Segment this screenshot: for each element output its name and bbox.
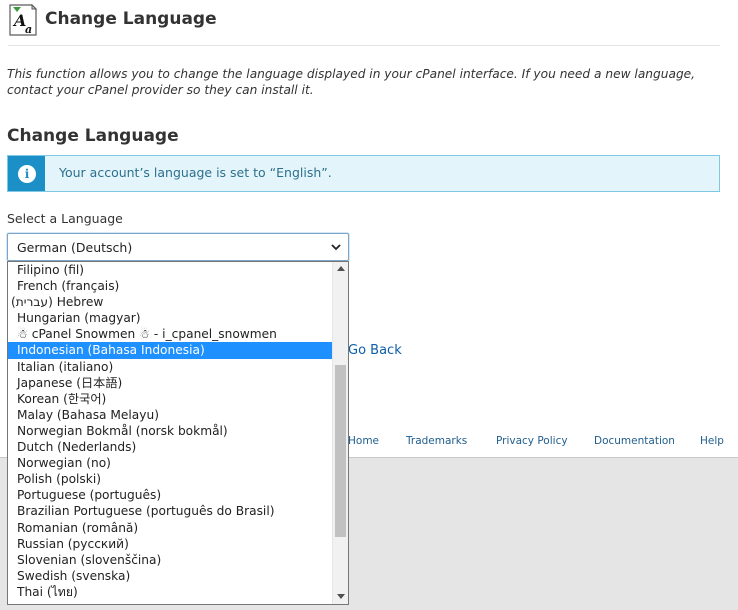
language-option[interactable]: Thai (ไทย) xyxy=(8,584,333,600)
language-option[interactable]: Swedish (svenska) xyxy=(8,568,333,584)
language-option[interactable]: French (français) xyxy=(8,278,333,294)
language-select[interactable]: German (Deutsch) xyxy=(7,233,349,261)
language-option[interactable]: Indonesian (Bahasa Indonesia) xyxy=(8,342,333,359)
language-option[interactable]: Polish (polski) xyxy=(8,471,333,487)
select-language-label: Select a Language xyxy=(7,211,123,226)
svg-text:a: a xyxy=(25,23,32,36)
language-option[interactable]: Portuguese (português) xyxy=(8,487,333,503)
footer-trademarks-link[interactable]: Trademarks xyxy=(406,435,467,447)
info-alert: i Your account’s language is set to “Eng… xyxy=(7,155,720,192)
dropdown-scrollbar[interactable] xyxy=(332,262,348,604)
language-option[interactable]: Brazilian Portuguese (português do Brasi… xyxy=(8,503,333,519)
page-description: This function allows you to change the l… xyxy=(7,67,696,97)
language-option[interactable]: Norwegian Bokmål (norsk bokmål) xyxy=(8,423,333,439)
section-title: Change Language xyxy=(7,126,179,146)
change-language-icon: A a xyxy=(9,4,38,36)
scroll-up-arrow-icon[interactable] xyxy=(337,266,345,271)
footer-documentation-link[interactable]: Documentation xyxy=(594,435,675,447)
footer-home-link[interactable]: Home xyxy=(348,435,379,447)
language-option[interactable]: Filipino (fil) xyxy=(8,262,333,278)
language-options: Filipino (fil) French (français) (עברית) H… xyxy=(8,262,333,600)
scroll-down-arrow-icon[interactable] xyxy=(337,594,345,599)
language-option[interactable]: Dutch (Nederlands) xyxy=(8,439,333,455)
info-icon: i xyxy=(18,165,36,183)
language-option[interactable]: Slovenian (slovenščina) xyxy=(8,552,333,568)
language-option[interactable]: Norwegian (no) xyxy=(8,455,333,471)
language-option[interactable]: ☃ cPanel Snowmen ☃ - i_cpanel_snowmen xyxy=(8,326,333,342)
footer-help-link[interactable]: Help xyxy=(700,435,724,447)
go-back-link[interactable]: Go Back xyxy=(348,343,402,358)
language-option[interactable]: Italian (italiano) xyxy=(8,359,333,375)
language-option[interactable]: Romanian (română) xyxy=(8,520,333,536)
info-alert-text: Your account’s language is set to “Engli… xyxy=(59,165,332,180)
language-dropdown-list[interactable]: Filipino (fil) French (français) (עברית) H… xyxy=(7,261,349,605)
language-option[interactable]: (עברית) Hebrew xyxy=(8,294,333,310)
language-option[interactable]: Japanese (日本語) xyxy=(8,375,333,391)
language-option[interactable]: Russian (русский) xyxy=(8,536,333,552)
chevron-down-icon xyxy=(331,244,341,251)
scrollbar-thumb[interactable] xyxy=(335,365,346,537)
language-select-value: German (Deutsch) xyxy=(17,240,133,255)
info-alert-icon-box: i xyxy=(8,156,45,191)
language-option[interactable]: Hungarian (magyar) xyxy=(8,310,333,326)
page-title: Change Language xyxy=(45,9,217,29)
footer-privacy-policy-link[interactable]: Privacy Policy xyxy=(496,435,568,447)
language-option[interactable]: Malay (Bahasa Melayu) xyxy=(8,407,333,423)
language-option[interactable]: Korean (한국어) xyxy=(8,391,333,407)
page-header: A a Change Language xyxy=(8,4,720,46)
